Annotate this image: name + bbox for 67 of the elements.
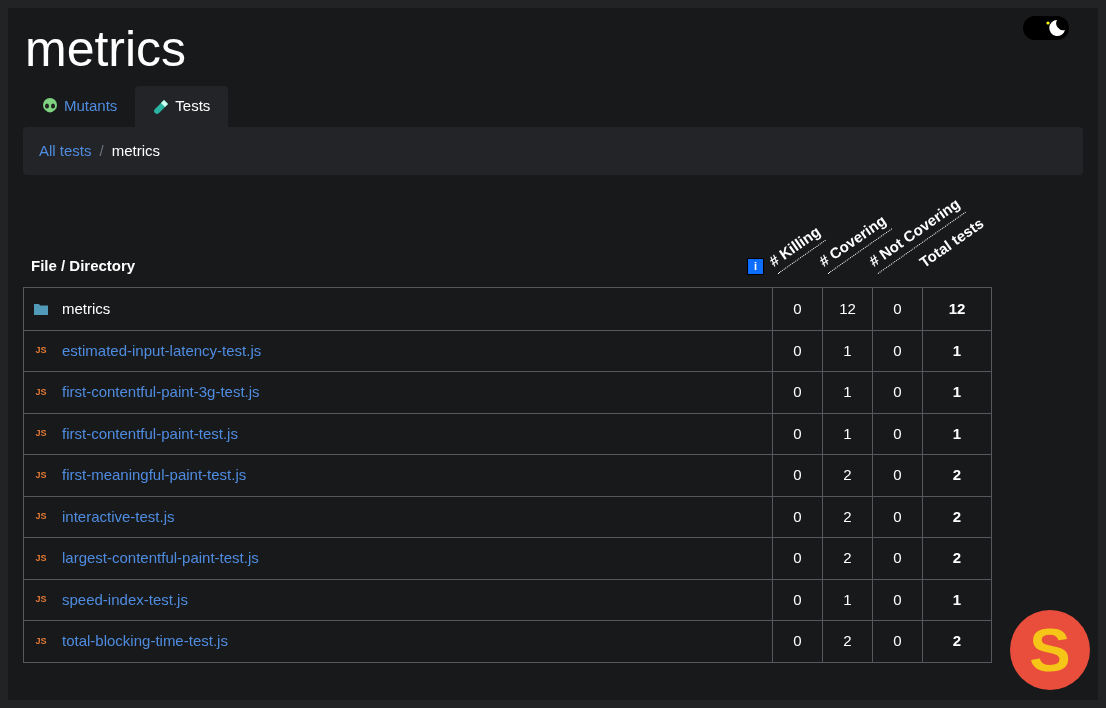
table-cell: 1 — [822, 579, 872, 620]
table-cell: 1 — [822, 330, 872, 371]
table-cell: 1 — [822, 372, 872, 413]
js-file-icon: JS — [35, 385, 47, 399]
table-cell: 0 — [872, 621, 922, 662]
breadcrumb-separator: / — [99, 140, 104, 161]
table-cell: 0 — [872, 455, 922, 496]
table-cell: 2 — [822, 455, 872, 496]
table-cell: 0 — [772, 330, 822, 371]
file-link[interactable]: first-contentful-paint-3g-test.js — [62, 381, 260, 404]
column-header: File / Directory — [31, 255, 136, 276]
file-link[interactable]: estimated-input-latency-test.js — [62, 339, 262, 362]
file-link[interactable]: speed-index-test.js — [62, 588, 188, 611]
table-cell: 0 — [872, 538, 922, 579]
table-cell: 0 — [772, 579, 822, 620]
table-cell: 0 — [872, 330, 922, 371]
js-file-icon: JS — [35, 634, 47, 648]
file-link[interactable]: largest-contentful-paint-test.js — [62, 547, 259, 570]
table-cell: 0 — [872, 579, 922, 620]
table-cell: 0 — [872, 288, 922, 330]
table-cell: 0 — [772, 496, 822, 537]
table-cell: 0 — [772, 538, 822, 579]
file-link[interactable]: total-blocking-time-test.js — [62, 630, 228, 653]
breadcrumb-current: metrics — [111, 140, 161, 161]
js-file-icon: JS — [35, 344, 47, 358]
file-link[interactable]: first-meaningful-paint-test.js — [62, 464, 247, 487]
table-cell: 0 — [772, 621, 822, 662]
moon-icon — [1045, 17, 1067, 39]
table-cell: 2 — [922, 621, 991, 662]
table-cell: 2 — [822, 538, 872, 579]
directory-name: metrics — [62, 298, 111, 319]
folder-icon — [34, 302, 48, 315]
test-tube-icon — [153, 98, 170, 115]
table-cell: 1 — [922, 579, 991, 620]
logo: S — [1010, 610, 1090, 690]
info-icon[interactable]: i — [747, 258, 764, 275]
table-cell: 1 — [822, 413, 872, 454]
table-cell: 2 — [922, 496, 991, 537]
table-cell: 2 — [822, 621, 872, 662]
table-cell: 2 — [922, 538, 991, 579]
js-file-icon: JS — [35, 551, 47, 565]
table-cell: 0 — [872, 413, 922, 454]
js-file-icon: JS — [35, 468, 47, 482]
table-cell: 2 — [922, 455, 991, 496]
table-cell: 0 — [872, 496, 922, 537]
tab[interactable]: Tests — [135, 86, 229, 127]
alien-icon — [42, 98, 58, 115]
js-file-icon: JS — [35, 593, 47, 607]
theme-toggle[interactable] — [1023, 16, 1069, 40]
js-file-icon: JS — [35, 510, 47, 524]
breadcrumb-link[interactable]: All tests — [39, 139, 92, 163]
tab[interactable]: Mutants — [24, 86, 136, 127]
table-cell: 0 — [772, 413, 822, 454]
table-cell: 2 — [822, 496, 872, 537]
file-link[interactable]: first-contentful-paint-test.js — [62, 422, 238, 445]
table-cell: 0 — [872, 372, 922, 413]
table-cell: 0 — [772, 372, 822, 413]
table-cell: 12 — [822, 288, 872, 330]
table-cell: 1 — [922, 372, 991, 413]
js-file-icon: JS — [35, 427, 47, 441]
table-cell: 0 — [772, 455, 822, 496]
file-link[interactable]: interactive-test.js — [62, 505, 175, 528]
table-cell: 1 — [922, 413, 991, 454]
page-title: metrics — [25, 24, 187, 74]
table-cell: 1 — [922, 330, 991, 371]
table-cell: 12 — [922, 288, 991, 330]
table-cell: 0 — [772, 288, 822, 330]
